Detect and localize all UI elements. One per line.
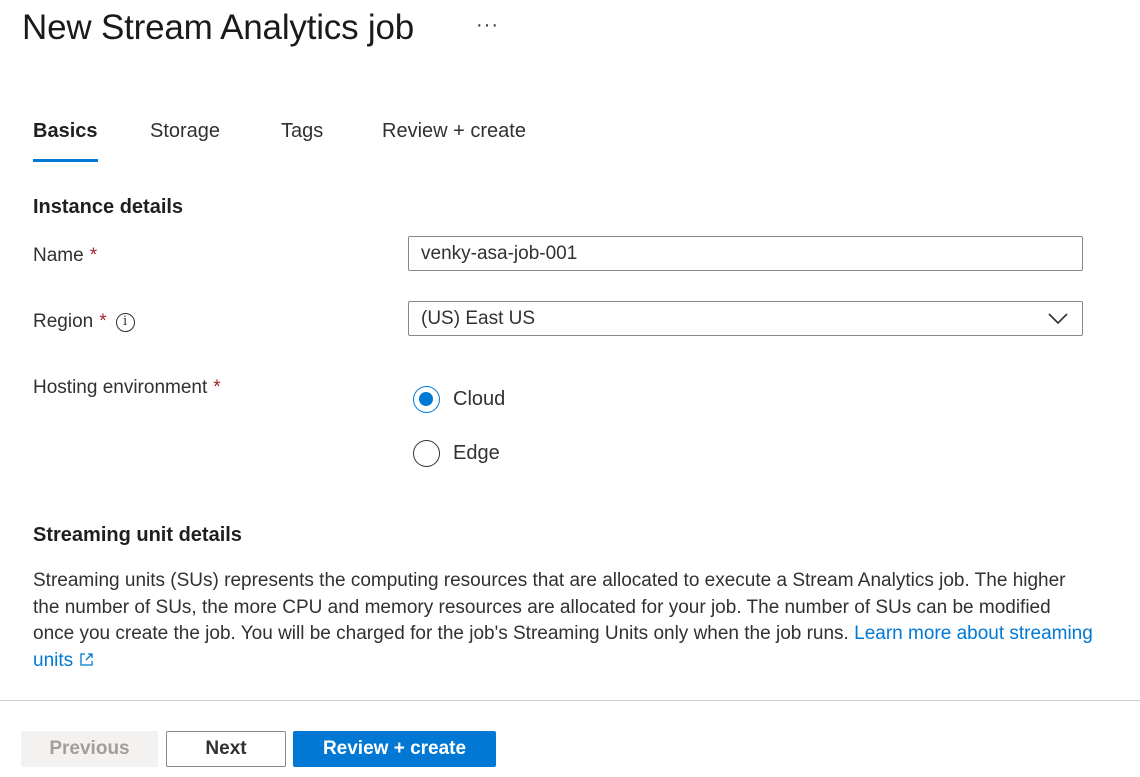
next-button[interactable]: Next	[166, 731, 286, 767]
tab-review-create[interactable]: Review + create	[382, 120, 526, 162]
streaming-unit-description: Streaming units (SUs) represents the com…	[33, 568, 1093, 674]
chevron-down-icon	[1048, 312, 1068, 324]
radio-unchecked-indicator[interactable]	[413, 440, 440, 467]
tab-tags[interactable]: Tags	[281, 120, 323, 162]
required-marker: *	[89, 245, 98, 266]
region-selected-value: (US) East US	[421, 307, 536, 329]
name-input[interactable]: venky-asa-job-001	[408, 236, 1083, 271]
name-input-value: venky-asa-job-001	[421, 242, 578, 264]
tab-storage[interactable]: Storage	[150, 120, 220, 162]
name-label: Name *	[33, 245, 97, 267]
footer-divider	[0, 700, 1140, 701]
hosting-label-text: Hosting environment	[33, 377, 208, 398]
hosting-environment-label: Hosting environment *	[33, 377, 221, 399]
tab-basics[interactable]: Basics	[33, 120, 98, 162]
required-marker: *	[99, 311, 107, 332]
region-label: Region * i	[33, 311, 135, 333]
info-icon[interactable]: i	[115, 312, 135, 332]
more-options-button[interactable]: ···	[476, 14, 499, 37]
region-dropdown[interactable]: (US) East US	[408, 301, 1083, 336]
review-create-button[interactable]: Review + create	[293, 731, 496, 767]
radio-checked-indicator[interactable]	[413, 386, 440, 413]
page-title: New Stream Analytics job	[22, 8, 415, 47]
radio-cloud[interactable]: Cloud	[413, 386, 505, 413]
name-label-text: Name	[33, 245, 84, 266]
streaming-unit-heading: Streaming unit details	[33, 524, 242, 546]
region-label-text: Region	[33, 311, 94, 332]
radio-edge[interactable]: Edge	[413, 440, 500, 467]
external-link-icon	[80, 652, 93, 666]
required-marker: *	[213, 377, 221, 398]
radio-edge-label: Edge	[453, 442, 500, 464]
radio-cloud-label: Cloud	[453, 388, 506, 410]
create-stream-analytics-page: New Stream Analytics job ··· Basics Stor…	[0, 0, 1140, 777]
instance-details-heading: Instance details	[33, 196, 184, 218]
previous-button[interactable]: Previous	[21, 731, 158, 767]
